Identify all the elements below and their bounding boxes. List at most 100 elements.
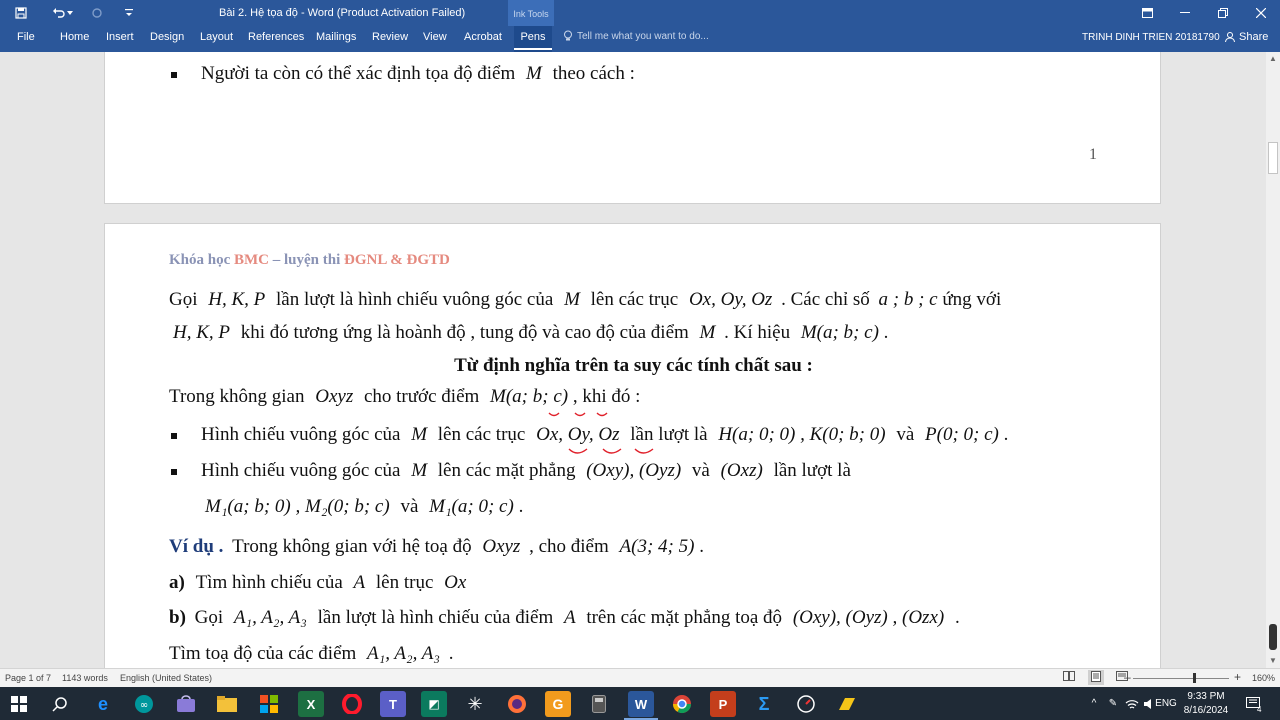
math-var: A₁, A₂, A₃ xyxy=(367,643,440,664)
math-var: Ox xyxy=(444,572,467,593)
person-icon xyxy=(1225,32,1235,43)
minimize-button[interactable] xyxy=(1166,0,1204,26)
math-var: M(a; b; c) xyxy=(800,322,879,343)
excel-icon[interactable]: X xyxy=(298,691,324,717)
tab-review[interactable]: Review xyxy=(372,26,408,52)
text-span: Hình chiếu vuông góc của xyxy=(201,424,401,445)
firefox-icon[interactable] xyxy=(504,691,530,717)
text-span: lần lượt là hình chiếu của điểm xyxy=(317,607,554,628)
math-var: A xyxy=(563,607,576,628)
math-var: M₁(a; b; 0) xyxy=(205,496,291,517)
tab-pens[interactable]: Pens xyxy=(514,26,552,52)
text-span: . xyxy=(954,607,960,628)
save-icon[interactable] xyxy=(10,4,32,22)
powerpoint-icon[interactable]: P xyxy=(710,691,736,717)
tab-references[interactable]: References xyxy=(248,26,304,52)
redo-icon[interactable] xyxy=(86,4,108,22)
status-bar: Page 1 of 7 1143 words English (United S… xyxy=(0,668,1280,687)
microsoft-store-icon[interactable] xyxy=(256,691,282,717)
text-span: Tìm toạ độ của các điểm xyxy=(169,643,357,664)
document-canvas[interactable]: Người ta còn có thể xác định tọa độ điểm… xyxy=(0,52,1266,668)
math-var: A xyxy=(353,572,366,593)
tell-me-search[interactable]: Tell me what you want to do... xyxy=(563,30,709,42)
zoom-out-button[interactable]: – xyxy=(1124,670,1131,684)
page-count[interactable]: Page 1 of 7 xyxy=(5,673,51,683)
print-layout-icon[interactable] xyxy=(1088,670,1104,685)
edge-browser-icon[interactable]: e xyxy=(90,691,116,717)
share-button[interactable]: Share xyxy=(1224,31,1268,43)
undo-dropdown-icon[interactable] xyxy=(64,4,76,22)
sticky-app-icon[interactable] xyxy=(834,691,860,717)
bullet-marker xyxy=(171,469,177,475)
read-mode-icon[interactable] xyxy=(1063,671,1075,683)
volume-icon[interactable] xyxy=(1142,687,1156,720)
scroll-up-icon[interactable]: ▲ xyxy=(1266,52,1280,66)
scroll-down-icon[interactable]: ▼ xyxy=(1266,654,1280,668)
zoom-slider-thumb[interactable] xyxy=(1193,673,1196,683)
windows-start-icon[interactable] xyxy=(6,691,32,717)
zoom-slider[interactable] xyxy=(1133,678,1229,679)
store-bag-icon[interactable] xyxy=(173,691,199,717)
header-text: Khóa học xyxy=(169,252,231,268)
math-var: (Oxy), (Oyz) xyxy=(586,460,682,481)
sigma-app-icon[interactable]: Σ xyxy=(751,691,777,717)
pen-workspace-icon[interactable]: ✎ xyxy=(1104,687,1122,720)
text-span: Trong không gian xyxy=(169,386,305,407)
math-var: , M₂(0; b; c) xyxy=(295,496,390,517)
paragraph-line: Trong không gian Oxyz cho trước điểm M(a… xyxy=(169,386,640,408)
question-a: a) Tìm hình chiếu của A lên trục Ox xyxy=(169,572,466,594)
zoom-in-button[interactable]: + xyxy=(1234,670,1241,684)
ribbon-display-options-icon[interactable] xyxy=(1128,0,1166,26)
vertical-scrollbar[interactable]: ▲ ▼ xyxy=(1266,52,1280,668)
text-span: ứng với xyxy=(942,289,1002,310)
tab-layout[interactable]: Layout xyxy=(200,26,233,52)
close-button[interactable] xyxy=(1242,0,1280,26)
arduino-icon[interactable]: ∞ xyxy=(131,691,157,717)
header-text: – luyện thi xyxy=(272,252,341,268)
restore-button[interactable] xyxy=(1204,0,1242,26)
opera-icon[interactable] xyxy=(339,691,365,717)
tray-overflow-icon[interactable]: ^ xyxy=(1085,687,1103,720)
speedometer-icon[interactable] xyxy=(793,691,819,717)
bullet-marker xyxy=(171,433,177,439)
notification-count: 4 xyxy=(1257,705,1262,714)
text-span: . Kí hiệu xyxy=(724,322,791,343)
share-label: Share xyxy=(1239,31,1269,43)
paragraph-line: H, K, P khi đó tương ứng là hoành độ , t… xyxy=(173,322,888,344)
ink-underline xyxy=(568,448,654,454)
teams-icon[interactable]: T xyxy=(380,691,406,717)
zoom-level[interactable]: 160% xyxy=(1252,673,1275,683)
scroll-position-marker[interactable] xyxy=(1269,624,1277,650)
text-span: lên các trục xyxy=(437,424,526,445)
file-explorer-icon[interactable] xyxy=(214,691,240,717)
text-span: Trong không gian với hệ toạ độ xyxy=(232,536,472,557)
user-account-name[interactable]: TRINH DINH TRIEN 20181790 xyxy=(1082,32,1220,43)
chrome-icon[interactable] xyxy=(669,691,695,717)
search-icon[interactable] xyxy=(47,691,73,717)
math-var: M(a; b; c) xyxy=(490,386,569,407)
tab-insert[interactable]: Insert xyxy=(106,26,134,52)
text-span: lần lượt là xyxy=(773,460,851,481)
word-icon[interactable]: W xyxy=(628,691,654,717)
customize-toolbar-icon[interactable] xyxy=(122,4,136,22)
notification-center-icon[interactable]: 4 xyxy=(1242,687,1266,720)
tab-mailings[interactable]: Mailings xyxy=(316,26,356,52)
file-app-icon[interactable]: G xyxy=(545,691,571,717)
language-indicator[interactable]: English (United States) xyxy=(120,673,212,683)
app-icon[interactable]: ◩ xyxy=(421,691,447,717)
settings-gear-icon[interactable]: ✳ xyxy=(462,691,488,717)
tab-design[interactable]: Design xyxy=(150,26,184,52)
input-language[interactable]: ENG xyxy=(1155,687,1177,720)
wifi-icon[interactable] xyxy=(1123,687,1141,720)
tab-file[interactable]: File xyxy=(17,26,35,52)
clock[interactable]: 9:33 PM 8/16/2024 xyxy=(1178,690,1234,718)
tab-view[interactable]: View xyxy=(423,26,447,52)
word-count[interactable]: 1143 words xyxy=(62,673,108,683)
tell-me-placeholder: Tell me what you want to do... xyxy=(577,30,709,42)
scroll-thumb[interactable] xyxy=(1268,142,1278,174)
header-text: ĐGNL & ĐGTD xyxy=(344,252,450,268)
tab-home[interactable]: Home xyxy=(60,26,89,52)
tab-acrobat[interactable]: Acrobat xyxy=(464,26,502,52)
calculator-icon[interactable] xyxy=(586,691,612,717)
math-var: M xyxy=(699,322,716,343)
